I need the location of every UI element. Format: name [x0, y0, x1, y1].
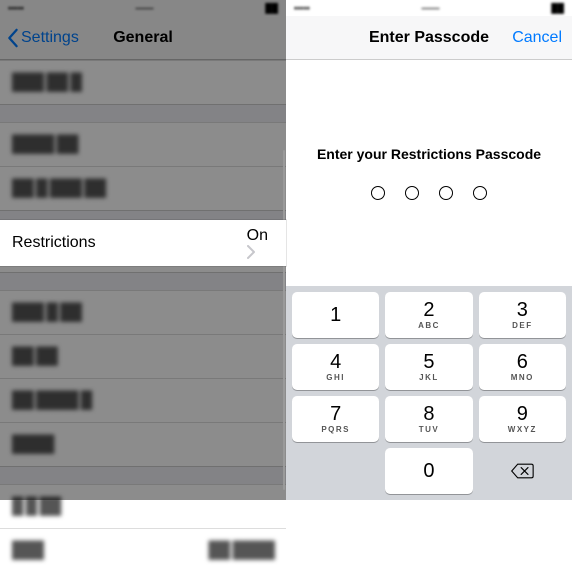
prompt-area: Enter your Restrictions Passcode [286, 60, 572, 286]
passcode-dot [405, 186, 419, 200]
list-item[interactable]: █████ ████ [0, 528, 286, 572]
list-item[interactable]: ██ ████ █ [0, 378, 286, 422]
chevron-left-icon [6, 28, 19, 48]
list-item[interactable]: ███ ██ █ [0, 60, 286, 104]
keypad-5[interactable]: 5JKL [385, 344, 472, 390]
list-item[interactable]: ███ █ ██ [0, 290, 286, 334]
list-item[interactable]: ██ █ ███ ██ [0, 166, 286, 210]
restrictions-label: Restrictions [12, 234, 96, 252]
list-item[interactable]: ██ ██ [0, 334, 286, 378]
passcode-dot [473, 186, 487, 200]
passcode-dot [439, 186, 453, 200]
keypad-empty [292, 448, 379, 494]
back-label: Settings [21, 29, 79, 47]
page-title: General [113, 29, 173, 47]
status-bar: •••••——██ [0, 0, 286, 16]
nav-bar: Enter Passcode Cancel [286, 16, 572, 60]
keypad-9[interactable]: 9WXYZ [479, 396, 566, 442]
keypad-4[interactable]: 4GHI [292, 344, 379, 390]
passcode-dot [371, 186, 385, 200]
status-bar: •••••——██ [286, 0, 572, 16]
settings-list: ███ ██ █ ████ ██ ██ █ ███ ██ ███ █ ██ ██… [0, 60, 286, 572]
passcode-screen: •••••——██ Enter Passcode Cancel Enter yo… [286, 0, 572, 500]
keypad-0[interactable]: 0 [385, 448, 472, 494]
numeric-keypad: 1 2ABC 3DEF 4GHI 5JKL 6MNO 7PQRS 8TUV 9W… [286, 286, 572, 500]
keypad-6[interactable]: 6MNO [479, 344, 566, 390]
settings-general-screen: •••••——██ Settings General ███ ██ █ ████… [0, 0, 286, 500]
keypad-2[interactable]: 2ABC [385, 292, 472, 338]
list-item[interactable]: █ █ ██ [0, 484, 286, 528]
backspace-icon [510, 462, 534, 480]
keypad-backspace[interactable] [479, 448, 566, 494]
restrictions-row[interactable]: Restrictions On [0, 220, 286, 266]
keypad-1[interactable]: 1 [292, 292, 379, 338]
cancel-button[interactable]: Cancel [512, 29, 562, 47]
page-title: Enter Passcode [369, 29, 489, 47]
back-button[interactable]: Settings [6, 28, 79, 48]
keypad-3[interactable]: 3DEF [479, 292, 566, 338]
keypad-7[interactable]: 7PQRS [292, 396, 379, 442]
passcode-dots [371, 186, 487, 200]
nav-bar: Settings General [0, 16, 286, 60]
prompt-text: Enter your Restrictions Passcode [317, 146, 541, 162]
list-item[interactable]: ████ [0, 422, 286, 466]
keypad-8[interactable]: 8TUV [385, 396, 472, 442]
chevron-right-icon [247, 245, 274, 259]
list-item[interactable]: ████ ██ [0, 122, 286, 166]
scrollbar[interactable] [283, 150, 286, 490]
restrictions-value: On [247, 227, 268, 244]
